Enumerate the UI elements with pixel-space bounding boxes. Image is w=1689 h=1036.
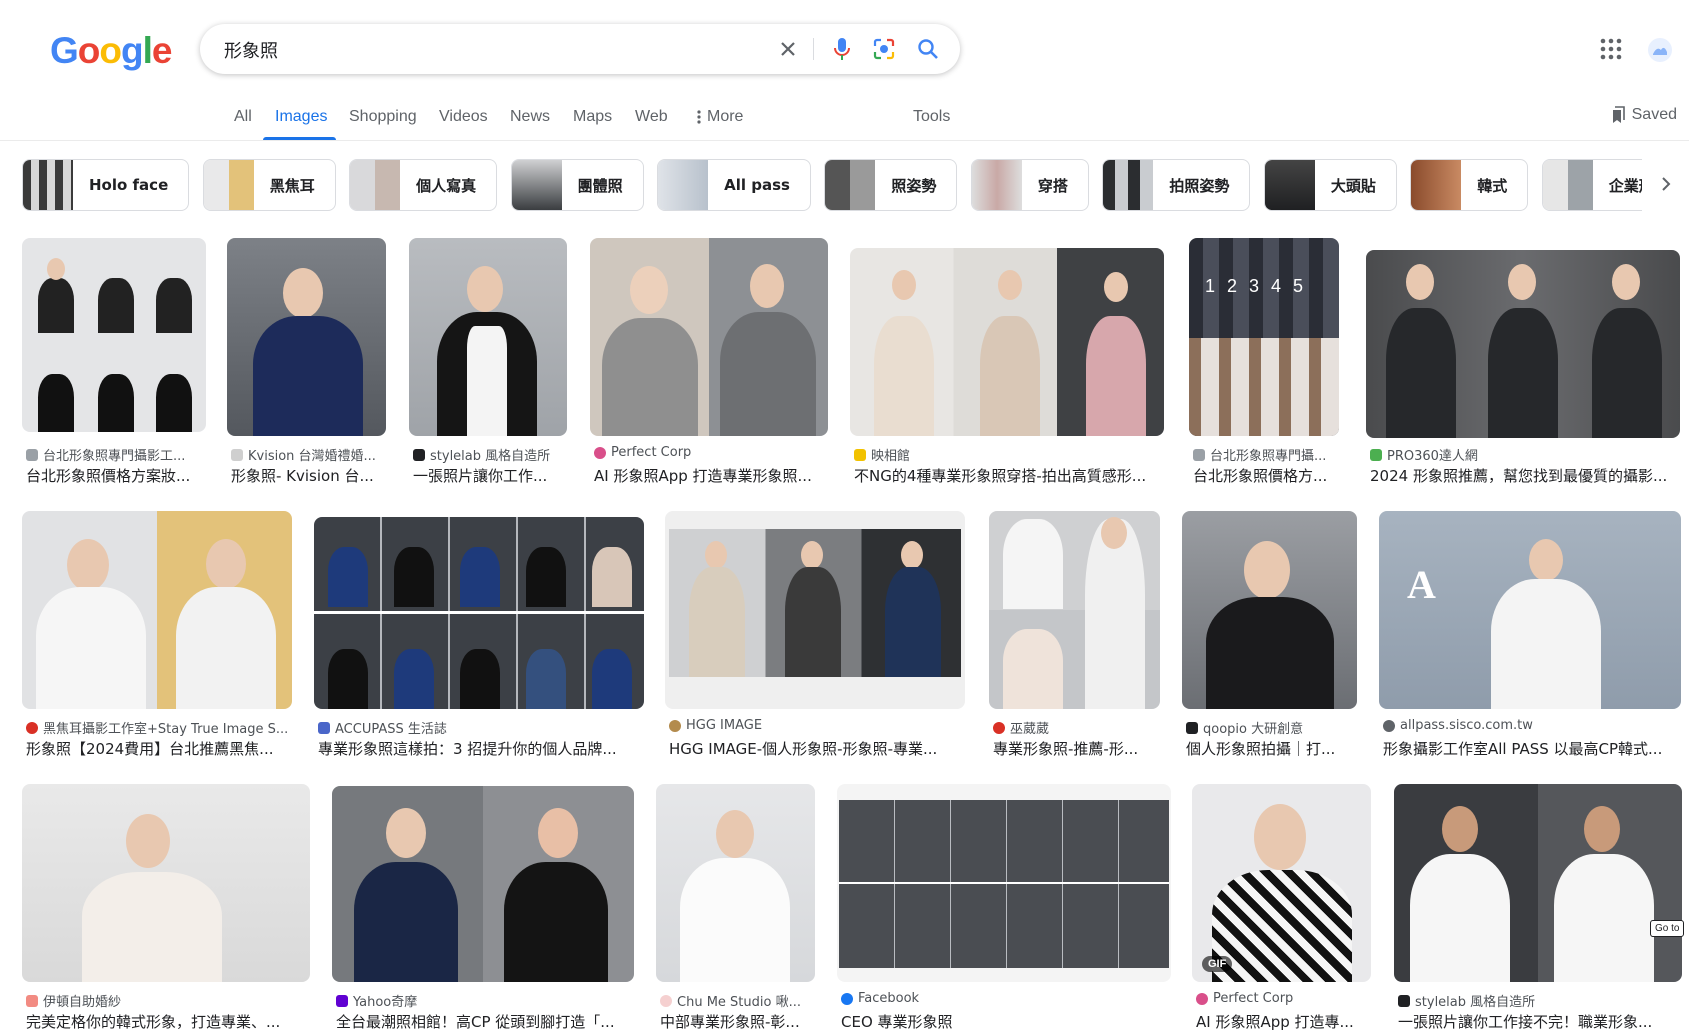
result-thumbnail <box>590 238 828 436</box>
favicon-icon <box>336 994 348 1007</box>
result-thumbnail <box>1366 250 1680 438</box>
result-title[interactable]: CEO 專業形象照 <box>841 1011 1171 1032</box>
favicon-icon <box>1196 992 1208 1005</box>
result-source[interactable]: 巫葳葳 <box>993 718 1160 737</box>
result-title[interactable]: 形象照- Kvision 台... <box>231 465 386 486</box>
result-title[interactable]: 專業形象照這樣拍：3 招提升你的個人品牌... <box>318 738 644 759</box>
image-result[interactable]: qoopio 大研創意 個人形象照拍攝｜打... <box>1182 511 1357 759</box>
result-title[interactable]: 專業形象照-推薦-形... <box>993 738 1160 759</box>
favicon-icon <box>669 719 681 732</box>
result-source[interactable]: 伊頓自助婚紗 <box>26 991 310 1010</box>
result-source[interactable]: PRO360達人網 <box>1370 445 1680 464</box>
favicon-icon <box>1186 721 1198 734</box>
result-title[interactable]: AI 形象照App 打造專... <box>1196 1011 1371 1032</box>
result-thumbnail: 12345 <box>1189 238 1339 436</box>
favicon-icon <box>231 448 243 461</box>
image-result[interactable]: 12345 台北形象照專門攝... 台北形象照價格方... <box>1189 238 1339 486</box>
favicon-icon <box>993 721 1005 734</box>
result-thumbnail <box>22 511 292 709</box>
result-thumbnail <box>656 784 815 982</box>
result-title[interactable]: 台北形象照價格方案妝... <box>26 465 206 486</box>
image-result[interactable]: Chu Me Studio 啾... 中部專業形象照-彰... <box>656 784 815 1032</box>
favicon-icon <box>26 448 38 461</box>
result-title[interactable]: HGG IMAGE-個人形象照-形象照-專業... <box>669 738 965 759</box>
image-result[interactable]: stylelab 風格自造所 一張照片讓你工作接不完！職業形象... <box>1394 784 1682 1032</box>
result-title[interactable]: 形象攝影工作室All PASS 以最高CP韓式... <box>1383 738 1681 759</box>
favicon-icon <box>1370 448 1382 461</box>
result-source[interactable]: 台北形象照專門攝影工... <box>26 445 206 464</box>
favicon-icon <box>1193 448 1205 461</box>
result-title[interactable]: 一張照片讓你工作... <box>413 465 567 486</box>
facebook-icon <box>841 992 853 1005</box>
result-title[interactable]: 一張照片讓你工作接不完！職業形象... <box>1398 1011 1682 1032</box>
image-result[interactable]: A allpass.sisco.com.tw 形象攝影工作室All PASS 以… <box>1379 511 1681 759</box>
favicon-icon <box>854 448 866 461</box>
image-result[interactable]: Facebook CEO 專業形象照 <box>837 784 1171 1032</box>
result-title[interactable]: 形象照【2024費用】台北推薦黑焦... <box>26 738 292 759</box>
result-title[interactable]: 2024 形象照推薦，幫您找到最優質的攝影... <box>1370 465 1680 486</box>
result-source[interactable]: qoopio 大研創意 <box>1186 718 1357 737</box>
result-source[interactable]: allpass.sisco.com.tw <box>1383 718 1681 733</box>
result-title[interactable]: AI 形象照App 打造專業形象照... <box>594 465 828 486</box>
result-source[interactable]: Kvision 台灣婚禮婚... <box>231 445 386 464</box>
image-result[interactable]: stylelab 風格自造所 一張照片讓你工作... <box>409 238 567 486</box>
favicon-icon <box>318 721 330 734</box>
result-thumbnail <box>409 238 567 436</box>
gif-badge: GIF <box>1202 956 1233 972</box>
result-source[interactable]: Yahoo奇摩 <box>336 991 634 1010</box>
favicon-icon <box>1383 719 1395 732</box>
result-source[interactable]: HGG IMAGE <box>669 718 965 733</box>
result-source[interactable]: Chu Me Studio 啾... <box>660 991 815 1010</box>
image-result[interactable]: Yahoo奇摩 全台最潮照相館！高CP 從頭到腳打造「... <box>332 784 634 1032</box>
image-result[interactable]: 巫葳葳 專業形象照-推薦-形... <box>989 511 1160 759</box>
result-source[interactable]: Facebook <box>841 991 1171 1006</box>
result-source[interactable]: Perfect Corp <box>594 445 828 460</box>
result-thumbnail <box>850 248 1164 436</box>
result-source[interactable]: ACCUPASS 生活誌 <box>318 718 644 737</box>
result-source[interactable]: stylelab 風格自造所 <box>1398 991 1682 1010</box>
result-title[interactable]: 不NG的4種專業形象照穿搭-拍出高質感形... <box>854 465 1164 486</box>
result-thumbnail <box>227 238 386 436</box>
result-thumbnail <box>314 517 644 709</box>
result-title[interactable]: 全台最潮照相館！高CP 從頭到腳打造「... <box>336 1011 634 1032</box>
result-source[interactable]: 台北形象照專門攝... <box>1193 445 1339 464</box>
result-source[interactable]: stylelab 風格自造所 <box>413 445 567 464</box>
favicon-icon <box>594 446 606 459</box>
result-thumbnail <box>1394 784 1682 982</box>
favicon-icon <box>26 721 38 734</box>
image-result[interactable]: 伊頓自助婚紗 完美定格你的韓式形象，打造專業、... <box>22 784 310 1032</box>
image-result[interactable]: ACCUPASS 生活誌 專業形象照這樣拍：3 招提升你的個人品牌... <box>314 511 644 759</box>
go-to-tooltip[interactable]: Go to <box>1650 920 1685 937</box>
image-result[interactable]: GIF Perfect Corp AI 形象照App 打造專... <box>1192 784 1371 1032</box>
result-thumbnail <box>989 511 1160 709</box>
image-result[interactable]: 台北形象照專門攝影工... 台北形象照價格方案妝... <box>22 238 206 486</box>
favicon-icon <box>660 994 672 1007</box>
image-result[interactable]: Kvision 台灣婚禮婚... 形象照- Kvision 台... <box>227 238 386 486</box>
favicon-icon <box>1398 994 1410 1007</box>
result-title[interactable]: 完美定格你的韓式形象，打造專業、... <box>26 1011 310 1032</box>
result-thumbnail <box>22 238 206 432</box>
result-source[interactable]: 映相館 <box>854 445 1164 464</box>
image-result[interactable]: 黑焦耳攝影工作室+Stay True Image S... 形象照【2024費用… <box>22 511 292 759</box>
result-thumbnail: GIF <box>1192 784 1371 982</box>
result-thumbnail <box>332 786 634 982</box>
favicon-icon <box>26 994 38 1007</box>
result-source[interactable]: 黑焦耳攝影工作室+Stay True Image S... <box>26 718 292 737</box>
result-title[interactable]: 台北形象照價格方... <box>1193 465 1339 486</box>
result-source[interactable]: Perfect Corp <box>1196 991 1371 1006</box>
result-title[interactable]: 中部專業形象照-彰... <box>660 1011 815 1032</box>
image-results-grid: 台北形象照專門攝影工... 台北形象照價格方案妝... Kvision 台灣婚禮… <box>0 0 1689 1036</box>
result-thumbnail <box>837 784 1171 982</box>
result-thumbnail: A <box>1379 511 1681 709</box>
favicon-icon <box>413 448 425 461</box>
result-thumbnail <box>22 784 310 982</box>
result-thumbnail <box>1182 511 1357 709</box>
image-result[interactable]: HGG IMAGE HGG IMAGE-個人形象照-形象照-專業... <box>665 511 965 759</box>
image-result[interactable]: Perfect Corp AI 形象照App 打造專業形象照... <box>590 238 828 486</box>
result-title[interactable]: 個人形象照拍攝｜打... <box>1186 738 1357 759</box>
image-result[interactable]: PRO360達人網 2024 形象照推薦，幫您找到最優質的攝影... <box>1366 238 1680 486</box>
image-result[interactable]: 映相館 不NG的4種專業形象照穿搭-拍出高質感形... <box>850 238 1164 486</box>
result-thumbnail <box>665 511 965 709</box>
